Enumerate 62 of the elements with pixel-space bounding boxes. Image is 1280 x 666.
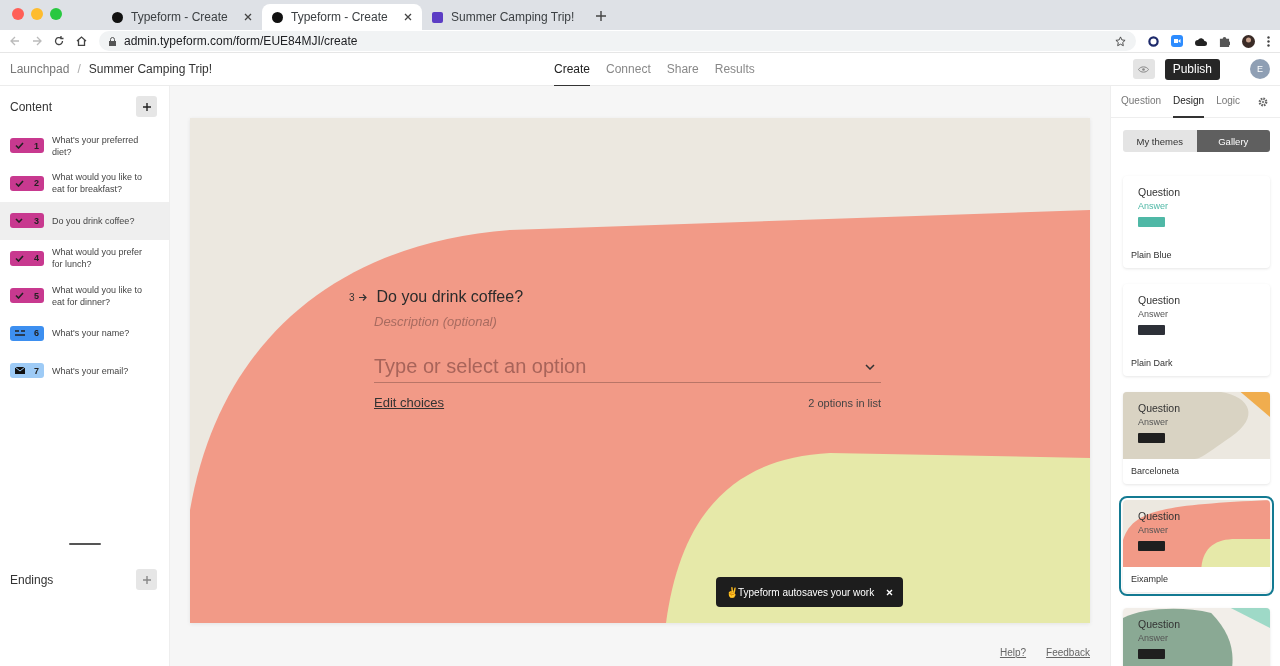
- panel-tab[interactable]: Question: [1121, 86, 1162, 118]
- question-item[interactable]: 5 What would you like to eat for dinner?: [0, 277, 169, 315]
- question-type-badge: 3: [10, 213, 44, 229]
- segment-button[interactable]: Gallery: [1196, 130, 1270, 152]
- theme-question-text: Question: [1138, 402, 1182, 414]
- question-item[interactable]: 6 What's your name?: [0, 314, 169, 352]
- question-type-badge: 7: [10, 363, 44, 379]
- question-type-badge: 6: [10, 325, 44, 341]
- theme-question-text: Question: [1138, 186, 1182, 198]
- theme-name: Plain Blue: [1130, 249, 1173, 262]
- theme-name: Eixample: [1130, 573, 1169, 586]
- breadcrumb-item[interactable]: Launchpad: [10, 62, 70, 76]
- theme-card[interactable]: Question Answer: [1123, 608, 1270, 666]
- section-title: Content: [10, 99, 53, 114]
- breadcrumb-item: Summer Camping Trip!: [88, 62, 213, 76]
- question-type-badge: 1: [10, 138, 44, 154]
- theme-card[interactable]: Question Answer Plain Dark: [1123, 284, 1270, 376]
- theme-answer-text: Answer: [1138, 525, 1169, 535]
- panel-tab[interactable]: Design: [1173, 86, 1205, 118]
- theme-answer-text: Answer: [1138, 633, 1169, 643]
- theme-card[interactable]: Question Answer Plain Blue: [1123, 176, 1270, 268]
- tab-title: Summer Camping Trip!: [451, 10, 575, 24]
- nav-tab[interactable]: Share: [666, 53, 699, 87]
- question-item[interactable]: 7 What's your email?: [0, 352, 169, 390]
- theme-card[interactable]: Question Answer Barceloneta: [1123, 392, 1270, 484]
- section-title: Endings: [10, 572, 54, 587]
- theme-answer-text: Answer: [1138, 201, 1169, 211]
- toast-message: ✌Typeform autosaves your work: [726, 586, 875, 598]
- tab-title: Typeform - Create: [291, 10, 389, 24]
- question-item[interactable]: 4 What would you prefer for lunch?: [0, 239, 169, 277]
- theme-name: Plain Dark: [1130, 357, 1174, 370]
- segment-button[interactable]: My themes: [1123, 130, 1197, 152]
- theme-name: Barceloneta: [1130, 465, 1181, 478]
- publish-button[interactable]: Publish: [1164, 58, 1220, 80]
- edit-choices-link[interactable]: Edit choices: [374, 395, 445, 410]
- tab-title: Typeform - Create: [131, 10, 229, 24]
- browser-tab[interactable]: Typeform - Create: [102, 4, 262, 30]
- options-count: 2 options in list: [808, 396, 881, 409]
- browser-tab[interactable]: Typeform - Create: [262, 4, 422, 30]
- theme-question-text: Question: [1138, 618, 1182, 630]
- question-number: 3: [349, 291, 355, 303]
- question-type-badge: 4: [10, 250, 44, 266]
- theme-answer-text: Answer: [1138, 309, 1169, 319]
- browser-tab[interactable]: Summer Camping Trip!: [422, 4, 582, 30]
- nav-tab[interactable]: Connect: [606, 53, 651, 87]
- question-type-badge: 5: [10, 288, 44, 304]
- question-item[interactable]: 3 Do you drink coffee?: [0, 202, 169, 240]
- question-item[interactable]: 2 What would you like to eat for breakfast?: [0, 164, 169, 202]
- theme-question-text: Question: [1138, 510, 1182, 522]
- theme-question-text: Question: [1138, 294, 1182, 306]
- question-item[interactable]: 1 What's your preferred diet?: [0, 127, 169, 165]
- panel-tab[interactable]: Logic: [1216, 86, 1241, 118]
- question-type-badge: 2: [10, 175, 44, 191]
- dropdown-field[interactable]: Type or select an option: [374, 351, 881, 383]
- address-bar[interactable]: admin.typeform.com/form/EUE84MJI/create: [99, 31, 1136, 51]
- nav-tab[interactable]: Results: [714, 53, 755, 87]
- question-title[interactable]: Do you drink coffee?: [376, 288, 524, 306]
- footer-link[interactable]: Help?: [999, 647, 1027, 658]
- breadcrumb-separator: /: [77, 62, 81, 76]
- url-text: admin.typeform.com/form/EUE84MJI/create: [124, 34, 359, 48]
- footer-link[interactable]: Feedback: [1046, 647, 1090, 658]
- theme-answer-text: Answer: [1138, 417, 1169, 427]
